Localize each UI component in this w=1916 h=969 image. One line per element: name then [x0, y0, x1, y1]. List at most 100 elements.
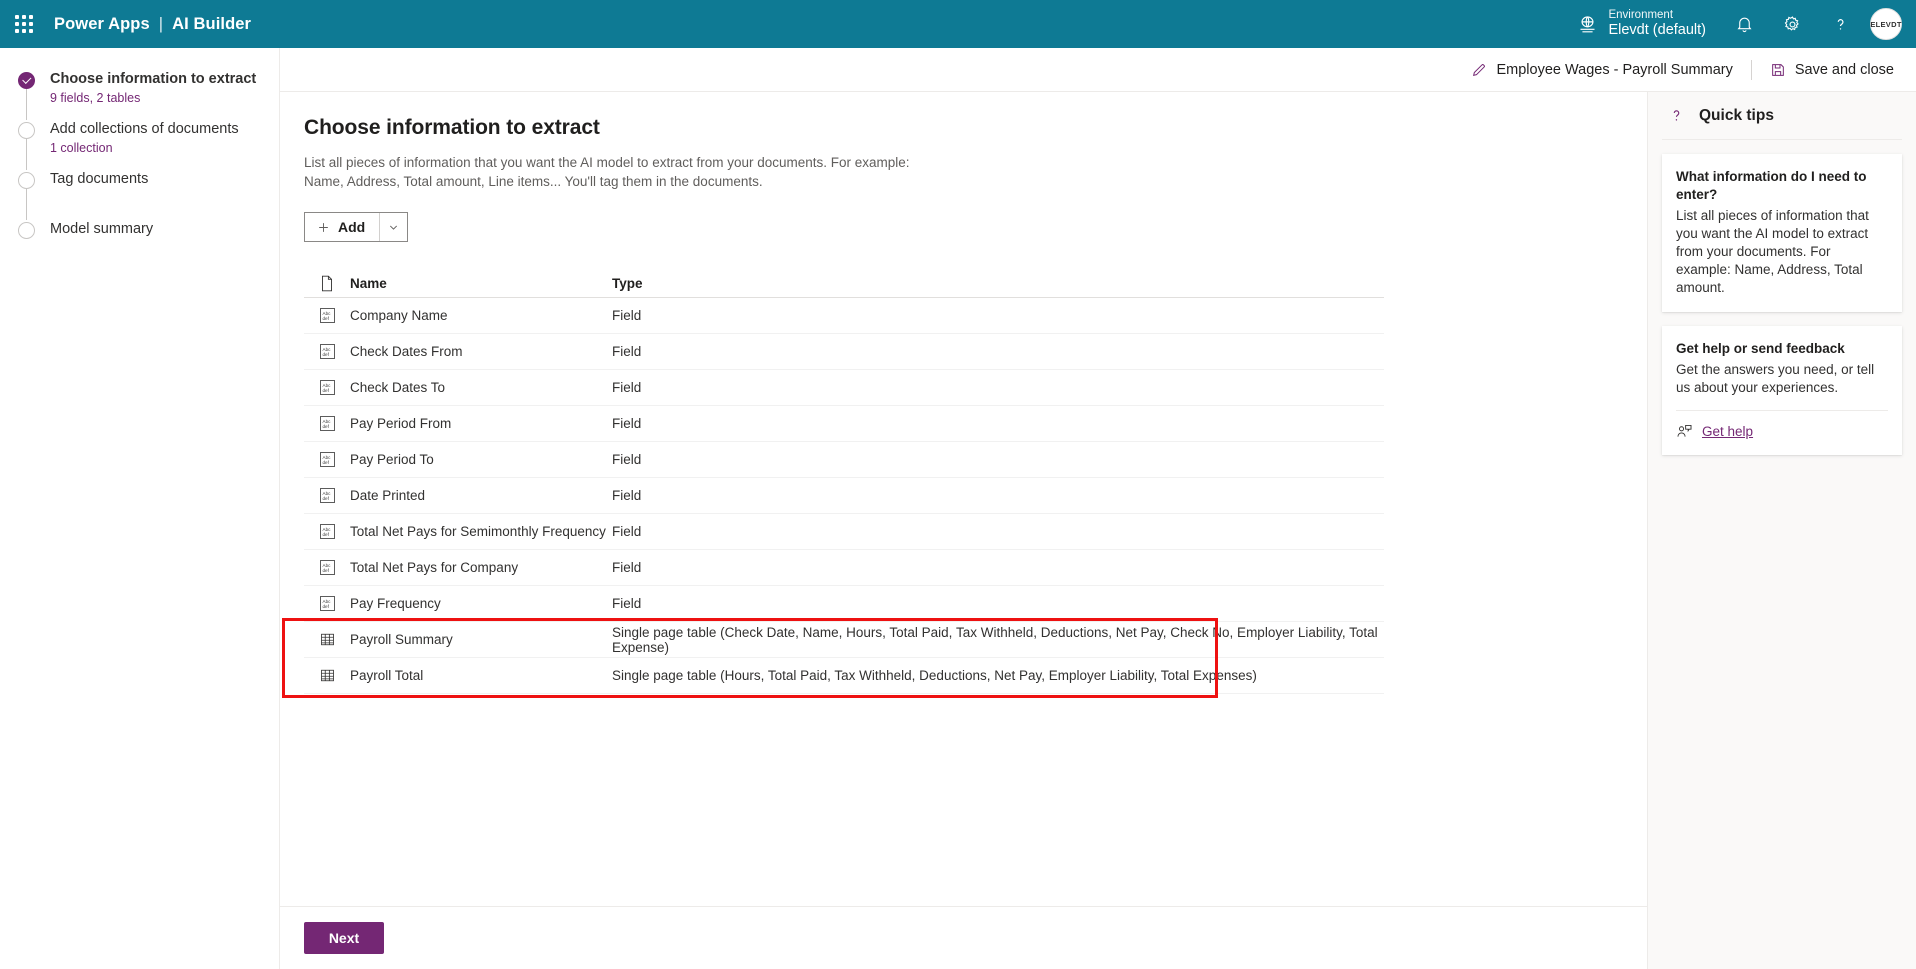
row-name: Payroll Summary: [350, 632, 453, 647]
table-grid-icon: [320, 632, 335, 647]
row-name: Company Name: [350, 308, 448, 323]
brand-product-name: AI Builder: [172, 14, 252, 33]
pencil-icon: [1471, 62, 1487, 78]
gear-icon[interactable]: [1768, 0, 1816, 48]
brand-app-name: Power Apps: [54, 14, 150, 33]
get-help-link[interactable]: Get help: [1702, 424, 1753, 439]
step-connector: [26, 139, 27, 170]
row-type: Field: [612, 452, 642, 467]
text-field-abc-icon: Abc def: [320, 308, 335, 323]
model-title-text: Employee Wages - Payroll Summary: [1496, 61, 1733, 78]
row-name: Total Net Pays for Company: [350, 560, 519, 575]
step-connector: [26, 89, 27, 120]
row-type-icon: [304, 668, 350, 683]
sidebar-item-add-collections[interactable]: Add collections of documents 1 collectio…: [0, 120, 279, 170]
footer-bar: Next: [280, 906, 1648, 969]
table-row[interactable]: Abc def Company Name Field: [304, 298, 1384, 334]
page-title: Choose information to extract: [304, 116, 600, 139]
step-marker: [18, 220, 48, 239]
table-row[interactable]: Payroll Total Single page table (Hours, T…: [304, 658, 1384, 694]
row-type: Field: [612, 560, 642, 575]
row-type-icon: Abc def: [304, 380, 350, 395]
sidebar-item-choose-information[interactable]: Choose information to extract 9 fields, …: [0, 70, 279, 120]
row-type-icon: Abc def: [304, 416, 350, 431]
row-type: Field: [612, 344, 642, 359]
step-title: Add collections of documents: [50, 121, 239, 137]
app-launcher-waffle-icon[interactable]: [0, 0, 48, 48]
suite-header-right: Environment Elevdt (default) ELEVDT: [1563, 0, 1916, 48]
step-text: Add collections of documents 1 collectio…: [48, 120, 239, 156]
table-row[interactable]: Abc def Date Printed Field: [304, 478, 1384, 514]
row-name: Check Dates To: [350, 380, 446, 395]
step-title: Model summary: [50, 221, 154, 237]
get-help-link-row[interactable]: Get help: [1676, 410, 1888, 440]
column-header-name[interactable]: Name: [350, 276, 612, 291]
bell-icon[interactable]: [1720, 0, 1768, 48]
row-type: Single page table (Check Date, Name, Hou…: [612, 624, 1378, 655]
table-row[interactable]: Abc def Pay Frequency Field: [304, 586, 1384, 622]
brand-separator: |: [158, 14, 164, 33]
text-field-abc-icon: Abc def: [320, 596, 335, 611]
save-and-close-button[interactable]: Save and close: [1762, 56, 1902, 84]
waffle-grid: [15, 15, 33, 33]
environment-name: Elevdt (default): [1608, 22, 1706, 39]
row-name: Pay Frequency: [350, 596, 441, 611]
row-type-icon: Abc def: [304, 524, 350, 539]
step-circle-icon: [18, 222, 35, 239]
row-type-icon: Abc def: [304, 452, 350, 467]
table-row[interactable]: Abc def Total Net Pays for Company Field: [304, 550, 1384, 586]
table-grid-icon: [320, 668, 335, 683]
save-and-close-label: Save and close: [1794, 61, 1894, 78]
environment-picker[interactable]: Environment Elevdt (default): [1563, 0, 1720, 48]
text-field-abc-icon: Abc def: [320, 524, 335, 539]
table-body: Abc def Company Name Field Abc def Check Dates…: [304, 298, 1384, 694]
tip-card-body: Get the answers you need, or tell us abo…: [1676, 362, 1875, 395]
step-circle-icon: [18, 122, 35, 139]
text-field-abc-icon: Abc def: [320, 344, 335, 359]
save-disk-icon: [1770, 62, 1786, 78]
chevron-down-icon[interactable]: [379, 213, 407, 241]
step-connector: [26, 189, 27, 220]
next-button[interactable]: Next: [304, 922, 384, 954]
row-type: Field: [612, 308, 642, 323]
row-name: Pay Period To: [350, 452, 434, 467]
row-type-icon: Abc def: [304, 488, 350, 503]
tip-card-information: What information do I need to enter? Lis…: [1662, 154, 1902, 312]
step-title: Tag documents: [50, 171, 149, 187]
table-row[interactable]: Payroll Summary Single page table (Check …: [304, 622, 1384, 658]
row-type-icon: Abc def: [304, 344, 350, 359]
model-title-edit[interactable]: Employee Wages - Payroll Summary: [1463, 56, 1740, 84]
command-divider: [1750, 59, 1752, 80]
row-type: Field: [612, 524, 642, 539]
row-type: Field: [612, 416, 642, 431]
add-button-main[interactable]: Add: [305, 213, 379, 241]
step-title: Choose information to extract: [50, 71, 257, 87]
quick-tips-title: Quick tips: [1699, 106, 1774, 124]
brand-title[interactable]: Power Apps | AI Builder: [54, 15, 251, 34]
tip-card-get-help: Get help or send feedback Get the answer…: [1662, 326, 1902, 455]
table-row[interactable]: Abc def Total Net Pays for Semimonthly Fre…: [304, 514, 1384, 550]
table-row[interactable]: Abc def Check Dates To Field: [304, 370, 1384, 406]
row-type-icon: Abc def: [304, 560, 350, 575]
table-row[interactable]: Abc def Check Dates From Field: [304, 334, 1384, 370]
table-header-row: Name Type: [304, 270, 1384, 298]
table-row[interactable]: Abc def Pay Period From Field: [304, 406, 1384, 442]
sidebar-item-model-summary[interactable]: Model summary: [0, 220, 279, 270]
step-marker: [18, 70, 48, 120]
step-circle-icon: [18, 172, 35, 189]
table-row[interactable]: Abc def Pay Period To Field: [304, 442, 1384, 478]
row-name: Check Dates From: [350, 344, 463, 359]
row-type-icon: Abc def: [304, 308, 350, 323]
sidebar-item-tag-documents[interactable]: Tag documents: [0, 170, 279, 220]
tip-card-title: What information do I need to enter?: [1676, 169, 1867, 202]
text-field-abc-icon: Abc def: [320, 560, 335, 575]
row-name: Payroll Total: [350, 668, 424, 683]
add-button[interactable]: Add: [304, 212, 409, 242]
question-mark-icon[interactable]: [1816, 0, 1864, 48]
step-text: Tag documents: [48, 170, 148, 188]
avatar[interactable]: ELEVDT: [1870, 8, 1902, 40]
column-header-type[interactable]: Type: [612, 276, 1384, 291]
person-chat-icon: [1676, 423, 1693, 440]
text-field-abc-icon: Abc def: [320, 452, 335, 467]
step-marker: [18, 120, 48, 170]
